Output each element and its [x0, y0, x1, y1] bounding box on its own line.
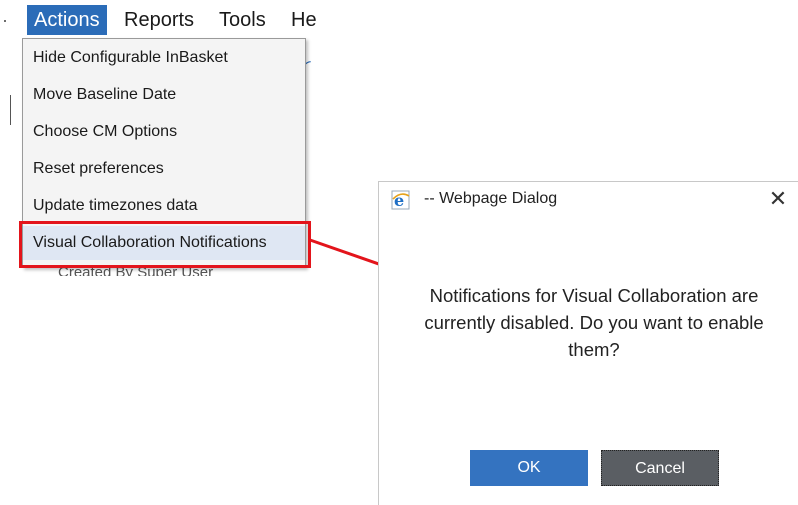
menu-item-reset-preferences[interactable]: Reset preferences [23, 152, 305, 186]
menu-help[interactable]: He [291, 5, 317, 35]
menu-item-hide-configurable-inbasket[interactable]: Hide Configurable InBasket [23, 41, 305, 75]
menu-item-move-baseline-date[interactable]: Move Baseline Date [23, 78, 305, 112]
menu-tools[interactable]: Tools [219, 5, 266, 35]
ie-icon: e [391, 190, 410, 210]
highlight-box [19, 221, 311, 268]
menu-fragment-left: · [2, 10, 8, 30]
dialog-title-bar: e -- Webpage Dialog ✕ [379, 182, 798, 218]
menu-item-choose-cm-options[interactable]: Choose CM Options [23, 115, 305, 149]
ok-button[interactable]: OK [470, 450, 588, 486]
background-field-edge [0, 95, 11, 125]
menu-actions[interactable]: Actions [27, 5, 107, 35]
menu-bar: · Actions Reports Tools He [0, 0, 330, 38]
cancel-button[interactable]: Cancel [601, 450, 719, 486]
webpage-dialog: e -- Webpage Dialog ✕ Notifications for … [378, 181, 798, 505]
dialog-title: -- Webpage Dialog [424, 190, 558, 207]
menu-reports[interactable]: Reports [124, 5, 194, 35]
close-icon[interactable]: ✕ [763, 184, 793, 214]
dialog-message: Notifications for Visual Collaboration a… [424, 285, 764, 360]
menu-item-update-timezones-data[interactable]: Update timezones data [23, 189, 305, 223]
